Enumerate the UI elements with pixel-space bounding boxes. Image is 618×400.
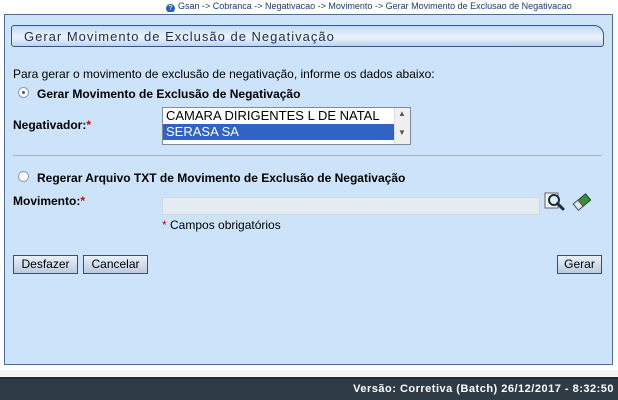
footer-bar: Versão: Corretiva (Batch) 26/12/2017 - 8… bbox=[0, 377, 618, 400]
help-icon[interactable]: ? bbox=[166, 4, 175, 12]
negativador-label: Negativador:* bbox=[13, 118, 91, 132]
form-panel: Gerar Movimento de Exclusão de Negativaç… bbox=[4, 14, 613, 365]
cancel-button[interactable]: Cancelar bbox=[83, 255, 148, 274]
page-title: Gerar Movimento de Exclusão de Negativaç… bbox=[24, 29, 335, 44]
negativador-label-text: Negativador: bbox=[13, 118, 87, 132]
radio-generate[interactable] bbox=[18, 87, 29, 98]
form-title-bar: Gerar Movimento de Exclusão de Negativaç… bbox=[11, 25, 604, 47]
negativador-listbox[interactable]: CAMARA DIRIGENTES L DE NATAL SERASA SA ▲… bbox=[162, 107, 411, 145]
footer-separator bbox=[0, 370, 618, 377]
negativador-option-selected[interactable]: SERASA SA bbox=[163, 124, 394, 140]
magnifier-icon[interactable] bbox=[544, 191, 566, 213]
listbox-scrollbar[interactable]: ▲ ▼ bbox=[394, 108, 410, 144]
undo-button[interactable]: Desfazer bbox=[13, 255, 78, 274]
scroll-down-icon[interactable]: ▼ bbox=[398, 128, 406, 137]
required-marker: * bbox=[162, 218, 167, 232]
breadcrumb: ? Gsan -> Cobranca -> Negativacao -> Movi… bbox=[166, 0, 618, 12]
eraser-icon[interactable] bbox=[571, 191, 593, 213]
required-marker: * bbox=[86, 118, 92, 132]
negativador-option[interactable]: CAMARA DIRIGENTES L DE NATAL bbox=[163, 108, 410, 124]
required-marker: * bbox=[80, 194, 86, 208]
version-text: Versão: Corretiva (Batch) 26/12/2017 - 8… bbox=[353, 383, 614, 395]
intro-text: Para gerar o movimento de exclusão de ne… bbox=[13, 67, 435, 81]
radio-regenerate[interactable] bbox=[18, 171, 29, 182]
movimento-field[interactable] bbox=[162, 197, 540, 215]
scroll-up-icon[interactable]: ▲ bbox=[398, 109, 406, 118]
section-divider bbox=[13, 155, 602, 156]
movimento-label: Movimento:* bbox=[13, 194, 85, 208]
radio-regenerate-label: Regerar Arquivo TXT de Movimento de Excl… bbox=[37, 171, 406, 185]
radio-generate-label: Gerar Movimento de Exclusão de Negativaç… bbox=[37, 87, 301, 101]
required-note-text: Campos obrigatórios bbox=[170, 218, 281, 232]
breadcrumb-text: Gsan -> Cobranca -> Negativacao -> Movim… bbox=[178, 1, 572, 11]
generate-button[interactable]: Gerar bbox=[557, 255, 602, 274]
movimento-label-text: Movimento: bbox=[13, 194, 81, 208]
required-note: * Campos obrigatórios bbox=[162, 218, 281, 232]
